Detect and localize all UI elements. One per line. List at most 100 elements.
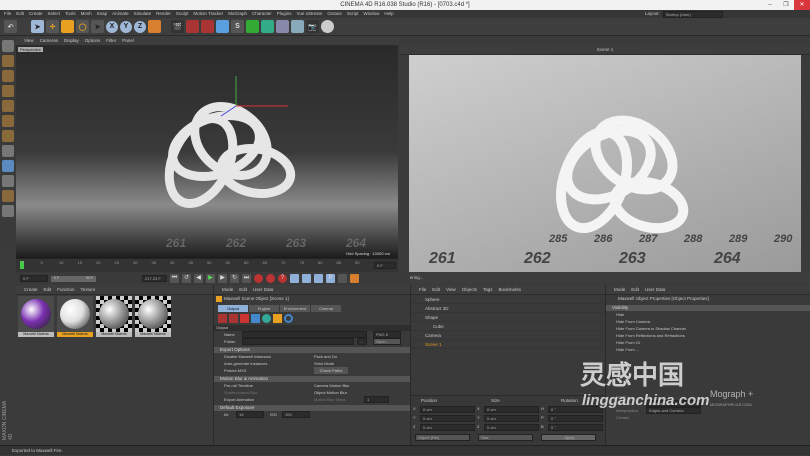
shutter-blur-checkbox[interactable]: Shutter-based Blur bbox=[224, 389, 314, 396]
close-button[interactable]: ✕ bbox=[794, 0, 810, 10]
menu-view[interactable]: View bbox=[24, 38, 34, 43]
object-name[interactable]: Sphere bbox=[425, 297, 440, 302]
menu-tags[interactable]: Tags bbox=[483, 287, 493, 292]
apply-button[interactable]: Apply bbox=[541, 434, 596, 441]
visibility-option[interactable]: Hide From ... bbox=[606, 346, 810, 353]
visibility-option[interactable]: Hide From Reflections and Refractions bbox=[606, 332, 810, 339]
play-icon[interactable]: ▶ bbox=[206, 274, 215, 283]
z-axis-toggle[interactable]: Z bbox=[134, 20, 146, 33]
render-view-icon[interactable]: 🎬 bbox=[171, 20, 184, 33]
channels-icon[interactable] bbox=[262, 314, 271, 323]
key-pla-icon[interactable] bbox=[338, 274, 347, 283]
object-row[interactable]: Sphere bbox=[411, 295, 605, 304]
object-row[interactable]: Scene 1 bbox=[411, 340, 605, 349]
axis-mode-icon[interactable] bbox=[2, 130, 14, 142]
key-position-icon[interactable] bbox=[290, 274, 299, 283]
make-editable-icon[interactable] bbox=[2, 40, 14, 52]
menu-simulate[interactable]: Simulate bbox=[134, 10, 152, 18]
edges-mode-icon[interactable] bbox=[2, 100, 14, 112]
visibility-option[interactable]: Hide From GI bbox=[606, 339, 810, 346]
open-button[interactable]: Open... bbox=[373, 338, 401, 345]
check-paths-button[interactable]: Check Paths bbox=[314, 367, 348, 374]
render-icon[interactable] bbox=[218, 314, 227, 323]
object-row[interactable]: Camera bbox=[411, 331, 605, 340]
menu-character[interactable]: Character bbox=[252, 10, 272, 18]
object-name[interactable]: Abstract 3D bbox=[425, 306, 449, 311]
key-parameter-icon[interactable]: P bbox=[326, 274, 335, 283]
previous-key-icon[interactable]: ↺ bbox=[182, 274, 191, 283]
coordinate-system-icon[interactable] bbox=[148, 20, 161, 33]
menu-snap[interactable]: Snap bbox=[97, 10, 108, 18]
refresh-icon[interactable] bbox=[284, 314, 293, 323]
coord-field[interactable]: 0 cm bbox=[420, 406, 475, 413]
browse-button[interactable]: ... bbox=[357, 338, 367, 345]
menu-script[interactable]: Script bbox=[347, 10, 359, 18]
last-tool-icon[interactable]: ➤ bbox=[91, 20, 104, 33]
menu-cameras[interactable]: Cameras bbox=[40, 38, 58, 43]
next-frame-icon[interactable]: ▶ bbox=[218, 274, 227, 283]
format-dropdown[interactable]: PNG 8 bbox=[373, 331, 401, 338]
scale-tool-icon[interactable] bbox=[61, 20, 74, 33]
keyframe-selection-icon[interactable]: ? bbox=[278, 274, 287, 283]
menu-render[interactable]: Render bbox=[156, 10, 171, 18]
motion-blur-steps-field[interactable]: 1 bbox=[364, 396, 389, 403]
menu-edit[interactable]: Edit bbox=[16, 10, 24, 18]
menu-octane[interactable]: Octane bbox=[327, 10, 342, 18]
menu-filter[interactable]: Filter bbox=[106, 38, 116, 43]
nurbs-icon[interactable] bbox=[246, 20, 259, 33]
render-settings-icon[interactable] bbox=[201, 20, 214, 33]
menu-texture[interactable]: Texture bbox=[81, 287, 96, 292]
menu-view[interactable]: View bbox=[446, 287, 456, 292]
coord-field[interactable]: 0 cm bbox=[484, 424, 539, 431]
previous-frame-icon[interactable]: ◀ bbox=[194, 274, 203, 283]
material-thumbnail[interactable] bbox=[57, 296, 93, 332]
viewport-perspective[interactable]: Perspective 261 262 263 264 Grid Spacing : … bbox=[16, 46, 398, 258]
menu-user-data[interactable]: User Data bbox=[253, 287, 273, 292]
material-thumbnail[interactable] bbox=[135, 296, 171, 332]
object-name[interactable]: Shape bbox=[425, 315, 438, 320]
rotate-tool-icon[interactable]: ◯ bbox=[76, 20, 89, 33]
object-name[interactable]: Cube bbox=[433, 324, 444, 329]
light-icon[interactable] bbox=[321, 20, 334, 33]
cube-icon[interactable] bbox=[216, 20, 229, 33]
menu-edit[interactable]: Edit bbox=[432, 287, 440, 292]
key-rotation-icon[interactable] bbox=[314, 274, 323, 283]
menu-edit[interactable]: Edit bbox=[631, 287, 639, 292]
object-row[interactable]: Cube bbox=[411, 322, 605, 331]
start-frame-field[interactable]: 0 F bbox=[20, 275, 48, 282]
y-axis-toggle[interactable]: Y bbox=[120, 20, 132, 33]
tab-output[interactable]: Output bbox=[218, 305, 248, 312]
visibility-option[interactable]: Hide bbox=[606, 311, 810, 318]
iso-field[interactable]: 100 bbox=[282, 411, 310, 418]
range-slider[interactable]: 0 F 90 F bbox=[51, 275, 96, 282]
render-view[interactable]: 285 286 287 288 289 290 261 262 263 264 bbox=[409, 55, 801, 272]
move-tool-icon[interactable]: ✛ bbox=[46, 20, 59, 33]
current-frame-field[interactable]: 0 F bbox=[374, 262, 396, 269]
protect-mxs-checkbox[interactable]: Protect MXS bbox=[224, 367, 314, 374]
camera-icon[interactable]: 📷 bbox=[306, 20, 319, 33]
key-scale-icon[interactable] bbox=[302, 274, 311, 283]
menu-animate[interactable]: Animate bbox=[112, 10, 129, 18]
camera-motion-blur-checkbox[interactable]: Camera Motion Blur bbox=[314, 382, 404, 389]
menu-sculpt[interactable]: Sculpt bbox=[176, 10, 189, 18]
sculpt-icon[interactable] bbox=[2, 205, 14, 217]
menu-window[interactable]: Window bbox=[363, 10, 379, 18]
menu-edit[interactable]: Edit bbox=[239, 287, 247, 292]
object-name[interactable]: Camera bbox=[425, 333, 441, 338]
points-mode-icon[interactable] bbox=[2, 85, 14, 97]
minimize-button[interactable]: – bbox=[762, 0, 778, 10]
spline-icon[interactable]: S bbox=[231, 20, 244, 33]
menu-create[interactable]: Create bbox=[29, 10, 43, 18]
export-animation-checkbox[interactable]: Export Animation bbox=[224, 396, 314, 403]
material-label[interactable]: Maxwell Materia bbox=[135, 332, 171, 337]
menu-mode[interactable]: Mode bbox=[222, 287, 233, 292]
array-icon[interactable] bbox=[261, 20, 274, 33]
coord-field[interactable]: 0 cm bbox=[420, 424, 475, 431]
menu-plugins[interactable]: Plugins bbox=[277, 10, 292, 18]
animation-icon[interactable] bbox=[229, 314, 238, 323]
select-tool-icon[interactable]: ➤ bbox=[31, 20, 44, 33]
object-name[interactable]: Scene 1 bbox=[425, 342, 442, 347]
menu-help[interactable]: Help bbox=[384, 10, 393, 18]
x-axis-toggle[interactable]: X bbox=[106, 20, 118, 33]
size-mode-dropdown[interactable]: Size bbox=[478, 434, 533, 441]
